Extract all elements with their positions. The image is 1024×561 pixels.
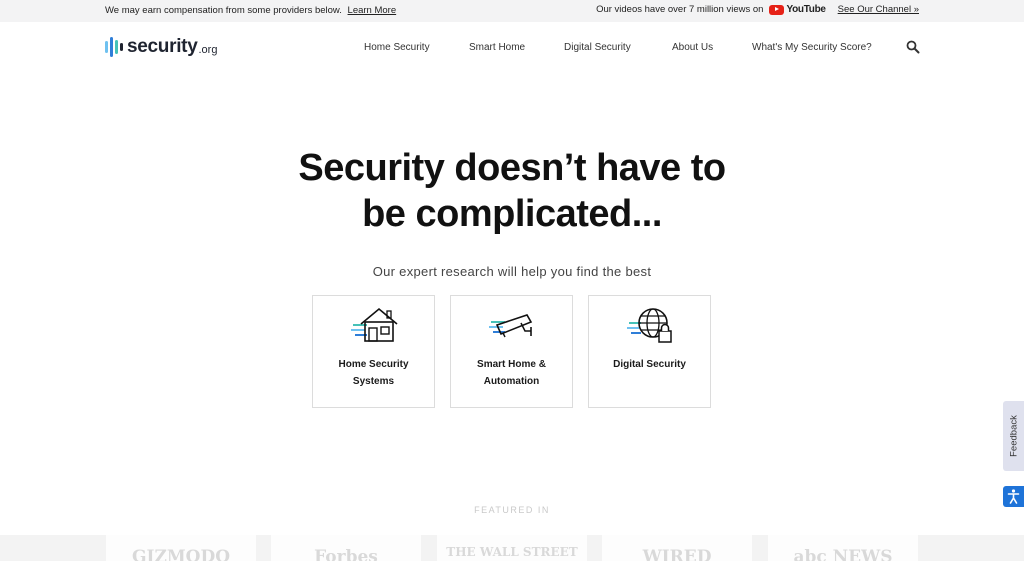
featured-logo-text: WIRED [642, 547, 712, 561]
globe-lock-icon [627, 308, 672, 343]
disclosure-text: We may earn compensation from some provi… [105, 5, 342, 16]
nav-smart-home[interactable]: Smart Home [469, 42, 525, 53]
youtube-play-icon [769, 4, 785, 15]
learn-more-link[interactable]: Learn More [348, 5, 397, 16]
disclosure-bar: We may earn compensation from some provi… [0, 0, 1024, 22]
security-camera-icon [489, 314, 533, 338]
featured-logo-gizmodo: GIZMODO [106, 535, 256, 561]
accessibility-icon [1007, 489, 1020, 504]
hero-headline-line-2: be complicated... [362, 193, 662, 235]
site-header: security .org Home Security Smart Home D… [0, 22, 1024, 74]
card-smart-home[interactable]: Smart Home & Automation [450, 295, 573, 408]
logo-tld: .org [198, 44, 218, 56]
featured-logo-text: abc NEWS [793, 547, 893, 561]
hero-subheadline: Our expert research will help you find t… [372, 264, 652, 279]
card-label-line-2: Automation [483, 376, 540, 387]
youtube-wordmark: YouTube [786, 4, 826, 15]
featured-logo-wired: WIRED [602, 535, 752, 561]
card-label-line-1: Home Security [338, 359, 409, 370]
featured-logo-text: GIZMODO [131, 547, 231, 561]
featured-logo-abc-news: abc NEWS [768, 535, 918, 561]
nav-home-security[interactable]: Home Security [364, 42, 430, 53]
card-label-line-1: Smart Home & [477, 359, 546, 370]
logo-bars-icon [105, 37, 123, 57]
card-digital-security[interactable]: Digital Security [588, 295, 711, 408]
youtube-logo: YouTube [769, 4, 826, 15]
hero-headline: Security doesn’t have to be complicated.… [200, 145, 824, 237]
card-label-line-2: Systems [352, 376, 395, 387]
logo-text: security [127, 36, 198, 57]
featured-logo-forbes: Forbes [271, 535, 421, 561]
featured-logo-text: Forbes [314, 547, 378, 561]
featured-logo-wsj: THE WALL STREET [437, 535, 587, 561]
featured-in-label: FEATURED IN [474, 505, 550, 515]
site-logo[interactable]: security .org [105, 37, 217, 57]
house-icon [351, 307, 398, 342]
nav-security-score[interactable]: What's My Security Score? [752, 42, 872, 53]
see-our-channel-link[interactable]: See Our Channel » [838, 4, 919, 15]
nav-about-us[interactable]: About Us [672, 42, 713, 53]
search-icon[interactable] [906, 40, 920, 54]
featured-logo-text: THE WALL STREET [446, 545, 578, 559]
video-views-text: Our videos have over 7 million views on [596, 4, 764, 15]
feedback-label: Feedback [1008, 415, 1019, 457]
hero-headline-line-1: Security doesn’t have to [298, 147, 726, 189]
nav-digital-security[interactable]: Digital Security [564, 42, 631, 53]
feedback-tab[interactable]: Feedback [1003, 401, 1024, 471]
card-label-line-1: Digital Security [613, 359, 686, 370]
accessibility-button[interactable] [1003, 486, 1024, 507]
card-home-security[interactable]: Home Security Systems [312, 295, 435, 408]
